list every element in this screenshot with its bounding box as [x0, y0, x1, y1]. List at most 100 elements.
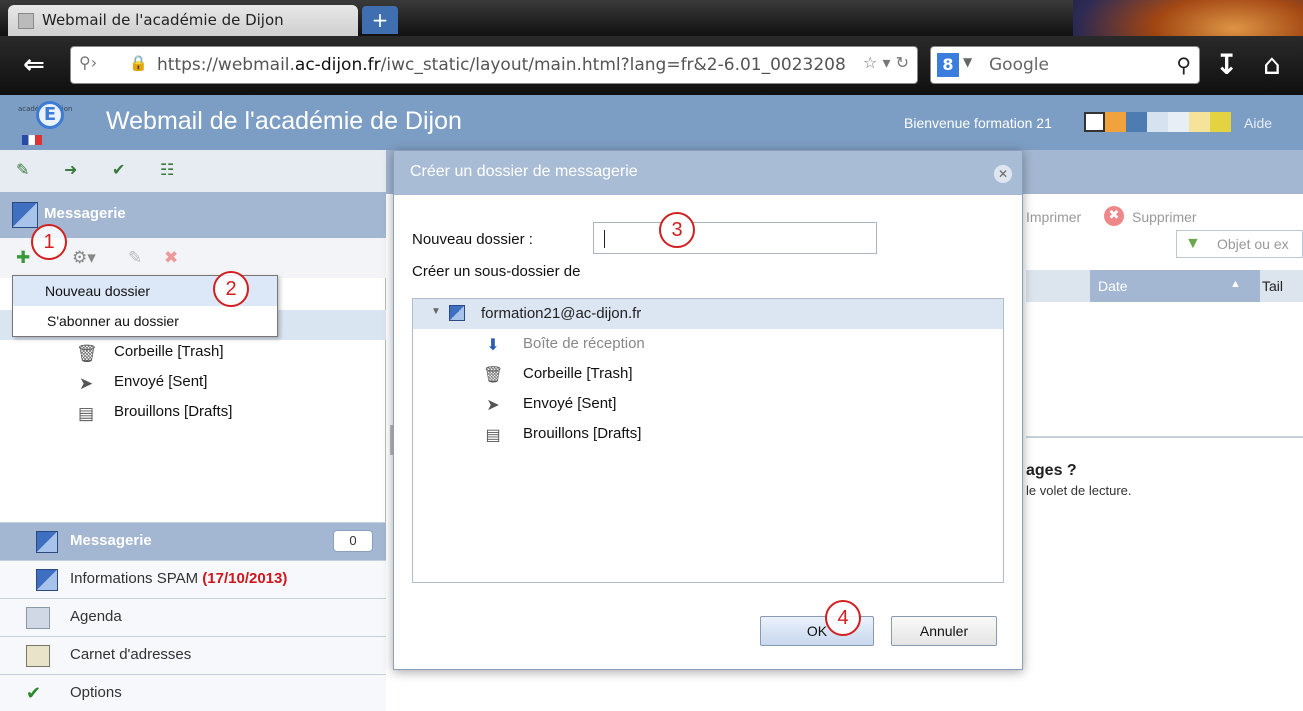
calendar-icon [26, 607, 50, 629]
chevron-down-icon[interactable]: ▼ [963, 55, 972, 69]
nav-options[interactable]: ✔ Options [0, 674, 386, 711]
tree-expand-icon[interactable]: ▼ [431, 306, 441, 317]
site-identity-icon[interactable]: ⚲› [79, 53, 115, 77]
dialog-title: Créer un dossier de messagerie [410, 163, 638, 180]
nav-label: Messagerie [70, 532, 152, 549]
unread-count-badge: 0 [333, 530, 373, 552]
browser-nav-bar: ⇐ ⚲› 🔒 https://webmail.ac-dijon.fr/iwc_s… [0, 36, 1303, 95]
nav-label: Carnet d'adresses [70, 646, 192, 663]
nav-label: Informations SPAM [70, 570, 203, 587]
tree-node-inbox[interactable]: ⬇ Boîte de réception [483, 335, 645, 354]
download-icon[interactable]: ↧ [1215, 48, 1238, 81]
logo-e-icon: E [36, 101, 64, 129]
mail-icon [36, 531, 58, 553]
search-engine-icon[interactable]: 8 [937, 53, 959, 77]
nav-contacts[interactable]: Carnet d'adresses [0, 636, 386, 674]
subfolder-label: Créer un sous-dossier de [412, 263, 581, 280]
gear-icon[interactable]: ⚙▾ [72, 248, 96, 268]
section-title: Messagerie [44, 205, 126, 222]
theme-swatches [1084, 112, 1231, 134]
theme-swatch[interactable] [1105, 112, 1126, 132]
compose-icon[interactable]: ✎ [16, 160, 36, 180]
theme-swatch[interactable] [1147, 112, 1168, 132]
trash-icon: 🗑 [483, 367, 504, 384]
inbox-icon: ⬇ [486, 337, 500, 354]
drafts-icon: ▤ [77, 404, 95, 423]
folder-drafts[interactable]: ▤ Brouillons [Drafts] [76, 400, 232, 430]
column-date[interactable]: Date ▲ [1090, 270, 1260, 302]
folder-sent[interactable]: ➤ Envoyé [Sent] [76, 370, 232, 400]
tree-root-account[interactable]: ▼ formation21@ac-dijon.fr [413, 299, 1003, 329]
search-bar[interactable]: 8 ▼ Google ⚲ [930, 46, 1200, 84]
menu-item-subscribe[interactable]: S'abonner au dossier [13, 306, 277, 336]
delete-icon[interactable]: ✖ [164, 248, 178, 268]
browser-tab-bar: Webmail de l'académie de Dijon + [0, 0, 1303, 95]
sort-up-icon: ▲ [1230, 278, 1241, 290]
lock-icon: 🔒 [129, 54, 148, 72]
move-icon[interactable]: ✔ [112, 160, 132, 180]
close-icon[interactable]: ✕ [994, 165, 1012, 183]
theme-swatch[interactable] [1210, 112, 1231, 132]
nav-calendar[interactable]: Agenda [0, 598, 386, 636]
delete-button[interactable]: Supprimer [1132, 209, 1197, 225]
spam-date: (17/10/2013) [202, 570, 288, 587]
nav-messaging[interactable]: Messagerie 0 [0, 522, 386, 560]
folder-label: Corbeille [Trash] [114, 343, 224, 360]
new-tab-button[interactable]: + [362, 6, 398, 34]
delete-icon[interactable]: ✖ [1104, 206, 1124, 226]
mail-icon [12, 202, 38, 228]
tree-node-label: Boîte de réception [523, 335, 645, 352]
theme-swatch[interactable] [1189, 112, 1210, 132]
tree-node-label: Corbeille [Trash] [523, 365, 633, 382]
tree-node-sent[interactable]: ➤ Envoyé [Sent] [483, 395, 617, 414]
step-marker-1: 1 [31, 224, 67, 260]
help-link[interactable]: Aide [1244, 115, 1272, 131]
welcome-text: Bienvenue formation 21 [904, 115, 1052, 131]
mail-icon [449, 305, 465, 321]
edit-icon[interactable]: ✎ [128, 248, 142, 268]
reading-pane-text: le volet de lecture. [1026, 483, 1132, 498]
theme-swatch[interactable] [1126, 112, 1147, 132]
nav-label: Agenda [70, 608, 122, 625]
tab-title: Webmail de l'académie de Dijon [42, 11, 284, 29]
back-button[interactable]: ⇐ [14, 48, 54, 84]
tree-root-label: formation21@ac-dijon.fr [481, 305, 642, 322]
tree-node-trash[interactable]: 🗑 Corbeille [Trash] [483, 365, 633, 384]
bookmark-star-icon[interactable]: ☆ ▾ ↻ [863, 53, 909, 72]
nav-spam-info[interactable]: Informations SPAM (17/10/2013) [0, 560, 386, 598]
filter-icon[interactable]: ▼ [1185, 235, 1201, 253]
print-button[interactable]: Imprimer [1026, 209, 1081, 225]
browser-tab[interactable]: Webmail de l'académie de Dijon [8, 5, 358, 36]
mail-icon [36, 569, 58, 591]
french-flag-icon [22, 135, 42, 145]
column-size[interactable]: Tail [1262, 278, 1283, 294]
contact-add-icon[interactable]: ☷ [160, 160, 180, 180]
paper-plane-icon: ➤ [486, 397, 500, 414]
tree-node-label: Brouillons [Drafts] [523, 425, 642, 442]
search-icon[interactable]: ⚲ [1176, 53, 1191, 77]
trash-icon: 🗑 [76, 344, 98, 363]
app-header: académie Dijon E Webmail de l'académie d… [0, 95, 1303, 150]
tree-node-drafts[interactable]: ▤ Brouillons [Drafts] [483, 425, 642, 444]
filter-input[interactable]: ▼ Objet ou ex [1176, 230, 1303, 258]
add-folder-icon[interactable]: ✚ [16, 248, 30, 268]
url-bar[interactable]: ⚲› 🔒 https://webmail.ac-dijon.fr/iwc_sta… [70, 46, 918, 84]
theme-swatch[interactable] [1168, 112, 1189, 132]
step-marker-4: 4 [825, 600, 861, 636]
checkmark-icon: ✔ [26, 683, 42, 703]
paper-plane-icon: ➤ [78, 374, 94, 393]
nav-label: Options [70, 684, 122, 701]
theme-swatch[interactable] [1084, 112, 1105, 132]
url-path: /iwc_static/layout/main.html?lang=fr&2-6… [380, 55, 846, 75]
drafts-icon: ▤ [485, 427, 501, 444]
folder-label: Brouillons [Drafts] [114, 403, 233, 420]
academy-logo: académie Dijon E [14, 101, 74, 145]
tree-node-label: Envoyé [Sent] [523, 395, 617, 412]
parent-folder-tree: ▼ formation21@ac-dijon.fr ⬇ Boîte de réce… [412, 298, 1004, 583]
favicon-icon [18, 13, 34, 29]
cancel-button[interactable]: Annuler [891, 616, 997, 646]
forward-icon[interactable]: ➜ [64, 160, 84, 180]
home-icon[interactable]: ⌂ [1263, 48, 1281, 81]
new-folder-input[interactable] [593, 222, 877, 254]
folder-trash[interactable]: 🗑 Corbeille [Trash] [76, 340, 232, 370]
